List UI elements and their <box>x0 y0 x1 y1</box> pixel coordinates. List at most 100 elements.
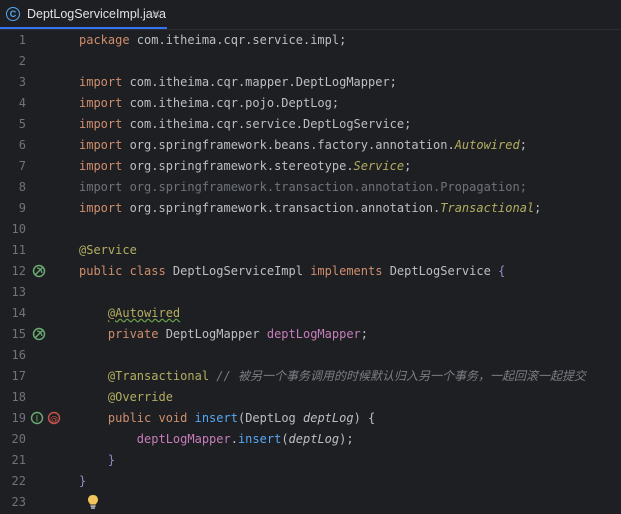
code-token: ( <box>281 432 289 446</box>
code-text: import org.springframework.stereotype.Se… <box>79 156 411 177</box>
code-text: public class DeptLogServiceImpl implemen… <box>79 261 505 282</box>
code-token: org.springframework.stereotype. <box>129 159 354 173</box>
code-text: deptLogMapper.insert(deptLog); <box>79 429 354 450</box>
code-line[interactable]: 19 I @ public void insert(DeptLog deptLog)… <box>0 408 621 429</box>
code-token: DeptLogServiceImpl <box>172 264 311 278</box>
code-line[interactable]: 4 import com.itheima.cqr.pojo.DeptLog; <box>0 93 621 114</box>
code-token: deptLogMapper <box>266 327 361 341</box>
code-token: DeptLogService <box>389 264 499 278</box>
code-token: Autowired <box>454 138 520 152</box>
line-number: 16 <box>11 348 26 362</box>
code-line[interactable]: 15 private DeptLogMapper deptLogMapper; <box>0 324 621 345</box>
code-line[interactable]: 2 <box>0 51 621 72</box>
code-text: import org.springframework.transaction.a… <box>79 198 541 219</box>
code-text: import com.itheima.cqr.mapper.DeptLogMap… <box>79 72 397 93</box>
line-number: 22 <box>11 474 26 488</box>
tab-title: DeptLogServiceImpl.java <box>27 6 166 21</box>
code-token: ; <box>404 159 412 173</box>
code-token: import <box>79 159 130 173</box>
code-token: com.itheima.cqr.mapper.DeptLogMapper; <box>129 75 397 89</box>
spring-bean-gutter-icon[interactable] <box>32 327 46 341</box>
code-token: com.itheima.cqr.service.DeptLogService; <box>129 117 412 131</box>
line-number: 23 <box>11 495 26 509</box>
code-line[interactable]: 18 @Override <box>0 387 621 408</box>
tab-deptlogserviceimpl[interactable]: C DeptLogServiceImpl.java ✕ <box>0 0 167 29</box>
line-number: 14 <box>11 306 26 320</box>
spring-bean-gutter-icon[interactable] <box>32 264 46 278</box>
code-line[interactable]: 23 <box>0 492 621 513</box>
code-line[interactable]: 16 <box>0 345 621 366</box>
code-token: ) { <box>353 411 376 425</box>
code-line[interactable]: 14 @Autowired <box>0 303 621 324</box>
code-token: // 被另一个事务调用的时候默认归入另一个事务，一起回滚一起提交 <box>209 369 586 383</box>
code-line[interactable]: 13 <box>0 282 621 303</box>
code-text: import com.itheima.cqr.pojo.DeptLog; <box>79 93 339 114</box>
code-token: implements <box>310 264 390 278</box>
override-gutter-icon[interactable]: @ <box>47 411 61 425</box>
line-number: 10 <box>11 222 26 236</box>
code-line[interactable]: 3 import com.itheima.cqr.mapper.DeptLogMa… <box>0 72 621 93</box>
close-icon[interactable]: ✕ <box>151 7 161 21</box>
code-text: @Override <box>79 387 173 408</box>
line-number: 13 <box>11 285 26 299</box>
code-line[interactable]: 5 import com.itheima.cqr.service.DeptLogS… <box>0 114 621 135</box>
svg-text:@: @ <box>50 415 58 424</box>
line-number: 17 <box>11 369 26 383</box>
code-token: } <box>107 453 116 467</box>
code-token: org.springframework.beans.factory.annota… <box>129 138 455 152</box>
code-token: (DeptLog <box>237 411 303 425</box>
code-line[interactable]: 17 @Transactional // 被另一个事务调用的时候默认归入另一个事… <box>0 366 621 387</box>
code-line[interactable]: 1 package com.itheima.cqr.service.impl; <box>0 30 621 51</box>
lightbulb-icon[interactable] <box>86 494 100 510</box>
code-token: insert <box>237 432 282 446</box>
code-text: public void insert(DeptLog deptLog) { <box>79 408 375 429</box>
line-number: 21 <box>11 453 26 467</box>
code-token: . <box>230 432 238 446</box>
line-number: 2 <box>18 54 26 68</box>
line-number: 18 <box>11 390 26 404</box>
code-token: import <box>79 75 130 89</box>
code-line[interactable]: 9 import org.springframework.transaction.… <box>0 198 621 219</box>
code-line[interactable]: 11 @Service <box>0 240 621 261</box>
code-token: DeptLogMapper <box>165 327 267 341</box>
line-number: 4 <box>18 96 26 110</box>
code-token: public void <box>107 411 195 425</box>
code-line[interactable]: 6 import org.springframework.beans.factor… <box>0 135 621 156</box>
code-token: @Transactional <box>107 369 210 383</box>
code-line[interactable]: 22} <box>0 471 621 492</box>
line-number: 7 <box>18 159 26 173</box>
code-token: import org.springframework.transaction.a… <box>79 180 527 194</box>
code-token: package <box>79 33 137 47</box>
implements-gutter-icon[interactable]: I <box>30 411 44 425</box>
code-line[interactable]: 20 deptLogMapper.insert(deptLog); <box>0 429 621 450</box>
code-line[interactable]: 21 } <box>0 450 621 471</box>
code-token: import <box>79 138 130 152</box>
code-text: package com.itheima.cqr.service.impl; <box>79 30 346 51</box>
code-line[interactable]: 12 public class DeptLogServiceImpl implem… <box>0 261 621 282</box>
line-number: 3 <box>18 75 26 89</box>
code-text: @Service <box>79 240 137 261</box>
code-line[interactable]: 7 import org.springframework.stereotype.S… <box>0 156 621 177</box>
code-line[interactable]: 10 <box>0 219 621 240</box>
code-token: { <box>498 264 506 278</box>
code-text: import org.springframework.beans.factory… <box>79 135 527 156</box>
code-token: deptLogMapper <box>136 432 231 446</box>
code-text: private DeptLogMapper deptLogMapper; <box>79 324 368 345</box>
editor-tab-bar: C DeptLogServiceImpl.java ✕ <box>0 0 621 30</box>
code-token: private <box>107 327 166 341</box>
code-editor[interactable]: 1 package com.itheima.cqr.service.impl; 2 3… <box>0 30 621 512</box>
code-text: @Transactional // 被另一个事务调用的时候默认归入另一个事务，一… <box>79 366 586 387</box>
code-token: @Override <box>107 390 173 404</box>
code-line[interactable]: 8 import org.springframework.transaction.… <box>0 177 621 198</box>
code-token: deptLog <box>303 411 354 425</box>
line-number: 1 <box>18 33 26 47</box>
code-text: } <box>79 450 115 471</box>
line-number: 9 <box>18 201 26 215</box>
